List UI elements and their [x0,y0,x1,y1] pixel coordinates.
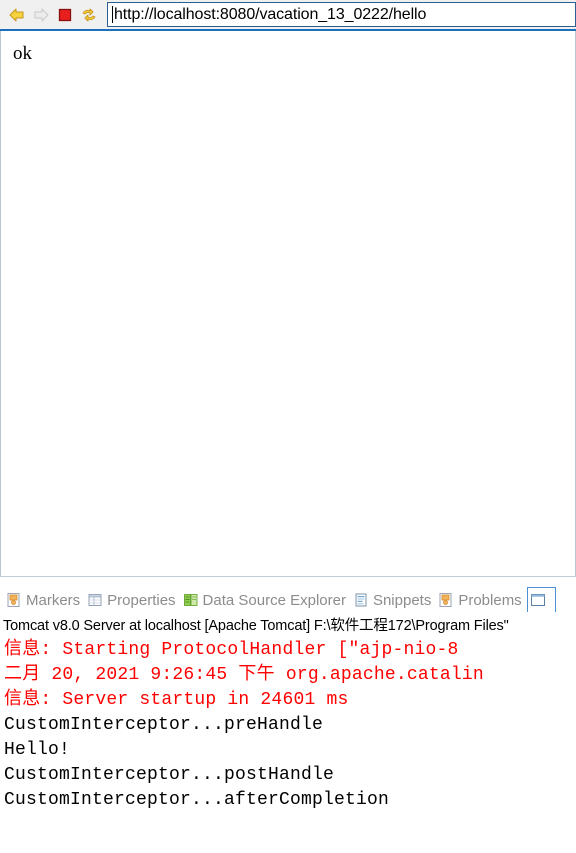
tab-problems-label: Problems [458,591,522,609]
view-tab-bar: Markers Properties Data Source Explorer … [0,585,576,612]
console-icon [530,594,545,606]
refresh-button[interactable] [78,4,100,26]
tab-markers-label: Markers [26,591,81,609]
back-button[interactable] [6,4,28,26]
browser-toolbar: http://localhost:8080/vacation_13_0222/h… [0,0,576,31]
snippets-icon [355,593,367,607]
console-line: CustomInterceptor...preHandle [4,715,324,735]
data-source-explorer-icon [183,594,197,606]
console-line: CustomInterceptor...postHandle [4,765,335,785]
tab-markers[interactable]: Markers [4,588,85,612]
tab-properties-label: Properties [107,591,176,609]
console-line: 信息: Server startup in 24601 ms [4,690,349,710]
console-line: Hello! [4,740,71,760]
tab-console[interactable] [526,587,556,612]
stop-button[interactable] [54,4,76,26]
page-content-text: ok [13,43,32,64]
back-arrow-icon [9,8,24,21]
application-window: http://localhost:8080/vacation_13_0222/h… [0,0,576,853]
markers-icon [7,593,20,607]
console-title: Tomcat v8.0 Server at localhost [Apache … [3,618,509,634]
forward-button[interactable] [30,4,52,26]
console-line: CustomInterceptor...afterCompletion [4,790,390,810]
tab-properties[interactable]: Properties [85,588,180,612]
eclipse-bottom-panel: Markers Properties Data Source Explorer … [0,585,576,853]
panel-splitter[interactable] [0,576,576,585]
properties-icon [88,594,102,606]
stop-icon [58,8,72,21]
address-bar-text: http://localhost:8080/vacation_13_0222/h… [114,5,427,23]
browser-viewport: ok [0,31,576,576]
console-output[interactable]: 信息: Starting ProtocolHandler ["ajp-nio-8… [0,636,576,851]
tab-snippets[interactable]: Snippets [351,588,436,612]
tab-problems[interactable]: Problems [436,588,526,612]
tab-data-source-explorer-label: Data Source Explorer [202,591,346,609]
problems-icon [439,593,452,607]
console-line: 信息: Starting ProtocolHandler ["ajp-nio-8 [4,640,459,660]
forward-arrow-icon [34,8,49,21]
tab-data-source-explorer[interactable]: Data Source Explorer [181,588,351,612]
refresh-icon [82,8,96,21]
tab-snippets-label: Snippets [372,591,432,609]
address-bar[interactable]: http://localhost:8080/vacation_13_0222/h… [107,2,576,27]
console-line: 二月 20, 2021 9:26:45 下午 org.apache.catali… [4,665,484,685]
